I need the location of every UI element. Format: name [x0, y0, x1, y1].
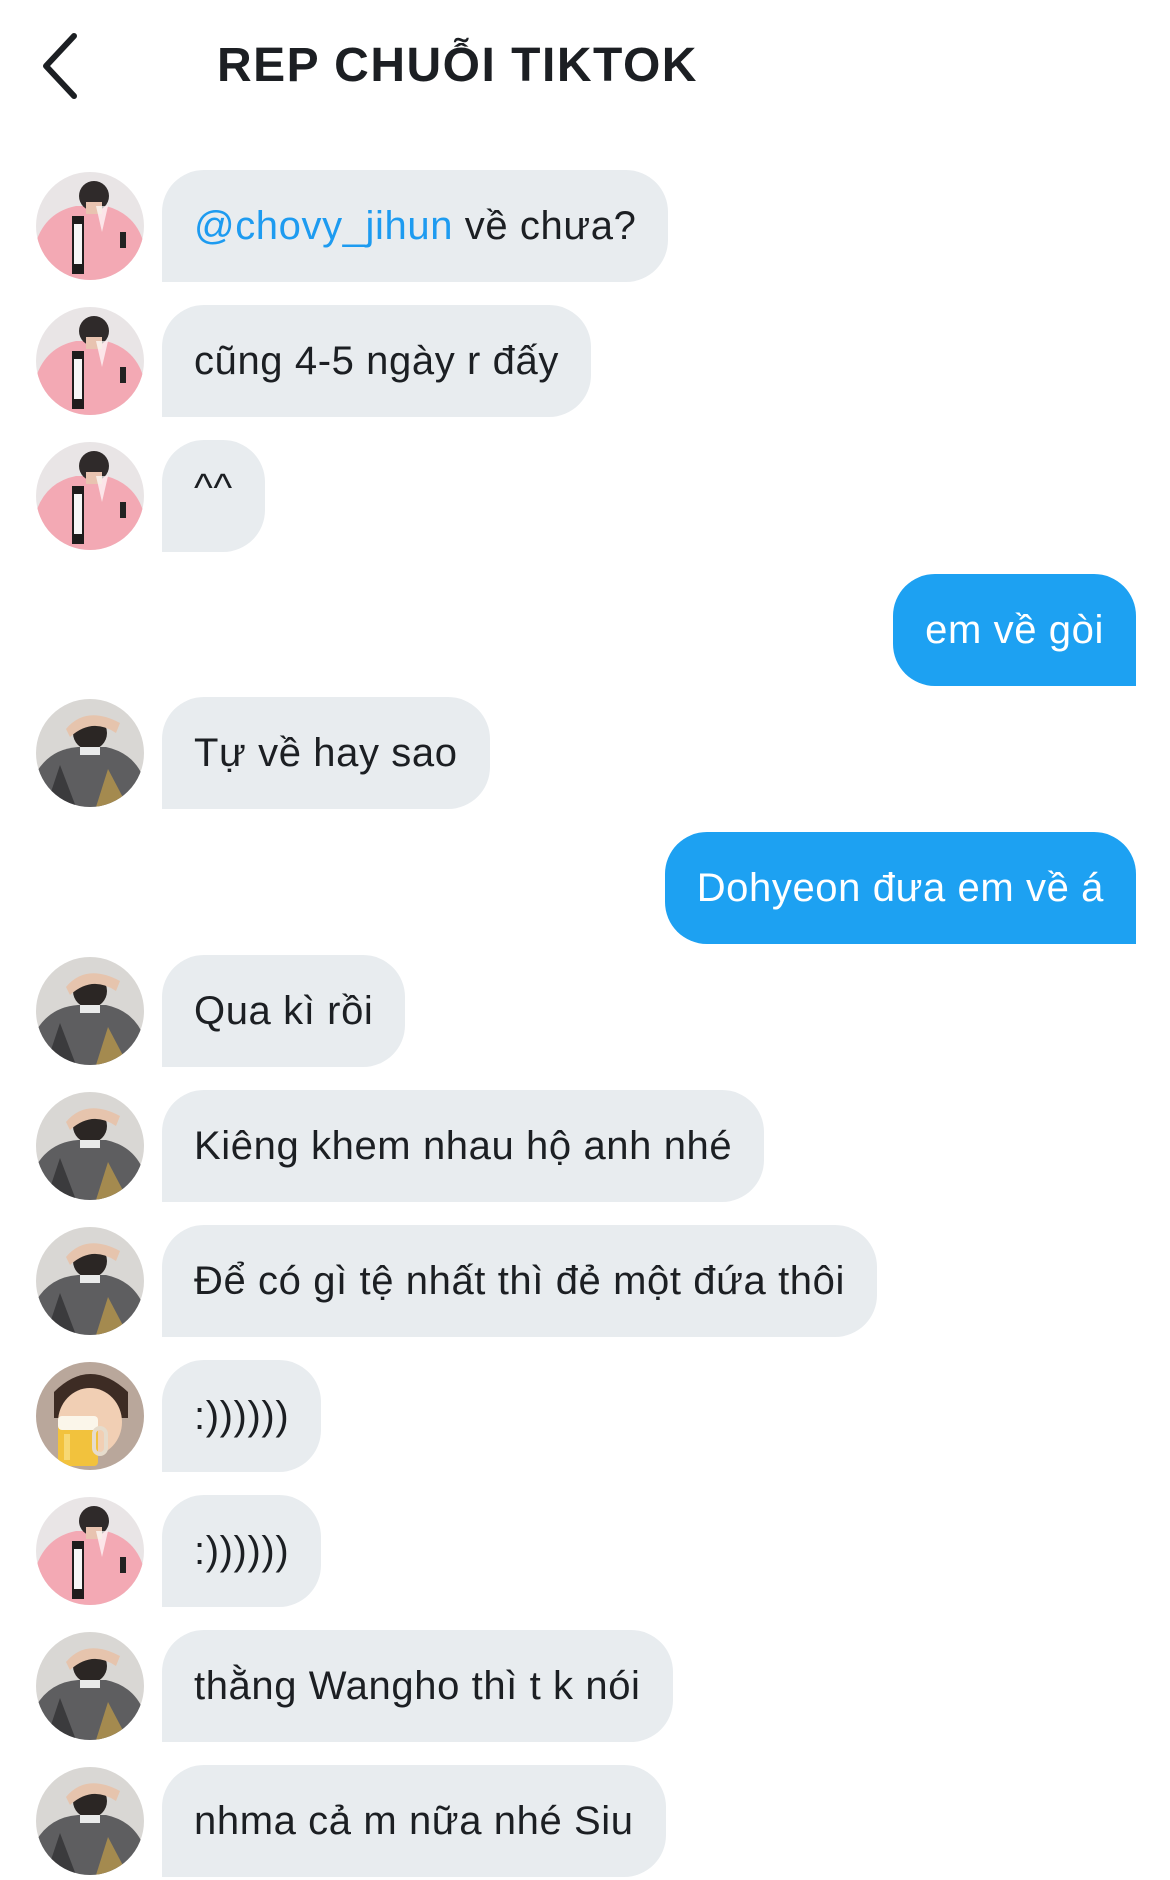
pink-jacket-avatar [36, 172, 144, 280]
sender-avatar[interactable] [36, 442, 144, 550]
sender-avatar[interactable] [36, 1227, 144, 1335]
sender-avatar[interactable] [36, 699, 144, 807]
sender-avatar[interactable] [36, 957, 144, 1065]
message-row: Tự về hay sao [0, 697, 1170, 809]
message-text: cũng 4-5 ngày r đấy [194, 339, 559, 383]
grey-jersey-avatar [36, 1092, 144, 1200]
message-row: :)))))) [0, 1495, 1170, 1607]
message-bubble[interactable]: ^^ [162, 440, 265, 552]
message-row: thằng Wangho thì t k nói [0, 1630, 1170, 1742]
message-bubble[interactable]: :)))))) [162, 1495, 322, 1607]
message-text: Kiêng khem nhau hộ anh nhé [194, 1124, 733, 1168]
chevron-left-icon [43, 33, 77, 99]
message-text: Dohyeon đưa em về á [696, 866, 1104, 910]
user-mention-link[interactable]: @chovy_jihun [194, 204, 453, 248]
message-bubble[interactable]: @chovy_jihun về chưa? [162, 170, 669, 282]
message-text: Qua kì rồi [194, 989, 374, 1033]
message-text: thằng Wangho thì t k nói [194, 1664, 641, 1708]
grey-jersey-avatar [36, 699, 144, 807]
message-row: ^^ [0, 440, 1170, 552]
sender-avatar[interactable] [36, 1632, 144, 1740]
message-bubble[interactable]: Dohyeon đưa em về á [664, 832, 1136, 944]
sender-avatar[interactable] [36, 1362, 144, 1470]
message-text: em về gòi [925, 608, 1104, 652]
message-bubble[interactable]: Qua kì rồi [162, 955, 406, 1067]
grey-jersey-avatar [36, 1632, 144, 1740]
sender-avatar[interactable] [36, 307, 144, 415]
message-row: Kiêng khem nhau hộ anh nhé [0, 1090, 1170, 1202]
chat-title: REP CHUỖI TIKTOK [217, 39, 698, 92]
message-text: Tự về hay sao [194, 731, 458, 775]
sender-avatar[interactable] [36, 1092, 144, 1200]
message-row: Dohyeon đưa em về á [0, 832, 1170, 944]
message-bubble[interactable]: thằng Wangho thì t k nói [162, 1630, 673, 1742]
message-row: Để có gì tệ nhất thì đẻ một đứa thôi [0, 1225, 1170, 1337]
grey-jersey-avatar [36, 1227, 144, 1335]
message-bubble[interactable]: nhma cả m nữa nhé Siu [162, 1765, 666, 1877]
message-text: ^^ [194, 466, 233, 510]
message-bubble[interactable]: Kiêng khem nhau hộ anh nhé [162, 1090, 765, 1202]
message-text: về chưa? [453, 204, 637, 248]
back-button[interactable] [34, 28, 98, 104]
message-row: em về gòi [0, 574, 1170, 686]
grey-jersey-avatar [36, 957, 144, 1065]
message-bubble[interactable]: Tự về hay sao [162, 697, 490, 809]
pink-jacket-avatar [36, 442, 144, 550]
message-row: :)))))) [0, 1360, 1170, 1472]
message-row: Qua kì rồi [0, 955, 1170, 1067]
sender-avatar[interactable] [36, 1497, 144, 1605]
message-bubble[interactable]: Để có gì tệ nhất thì đẻ một đứa thôi [162, 1225, 877, 1337]
message-text: :)))))) [194, 1529, 290, 1573]
message-text: Để có gì tệ nhất thì đẻ một đứa thôi [194, 1259, 845, 1303]
message-row: @chovy_jihun về chưa? [0, 170, 1170, 282]
message-text: nhma cả m nữa nhé Siu [194, 1799, 634, 1843]
message-row: nhma cả m nữa nhé Siu [0, 1765, 1170, 1877]
message-text: :)))))) [194, 1394, 290, 1438]
sender-avatar[interactable] [36, 172, 144, 280]
chat-header: REP CHUỖI TIKTOK [0, 0, 1170, 130]
pink-jacket-avatar [36, 1497, 144, 1605]
message-bubble[interactable]: em về gòi [893, 574, 1136, 686]
message-row: cũng 4-5 ngày r đấy [0, 305, 1170, 417]
message-bubble[interactable]: :)))))) [162, 1360, 322, 1472]
beer-avatar [36, 1362, 144, 1470]
grey-jersey-avatar [36, 1767, 144, 1875]
pink-jacket-avatar [36, 307, 144, 415]
sender-avatar[interactable] [36, 1767, 144, 1875]
message-bubble[interactable]: cũng 4-5 ngày r đấy [162, 305, 591, 417]
